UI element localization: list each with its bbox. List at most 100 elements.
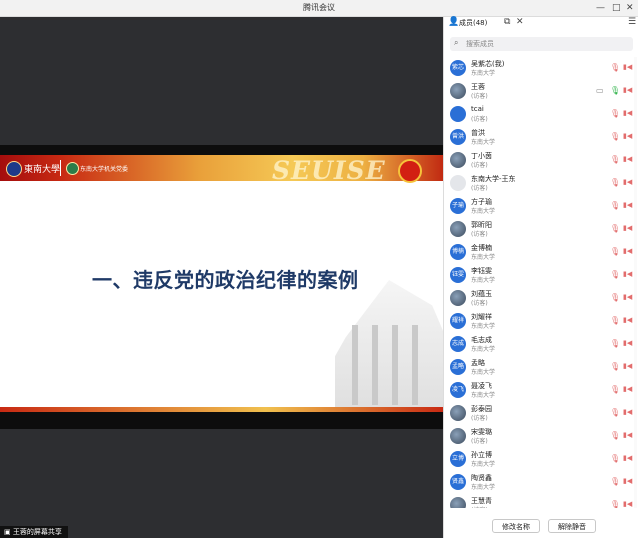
avatar: 立博 xyxy=(450,451,466,467)
mic-muted-icon[interactable]: 🎙 xyxy=(610,201,620,210)
mic-muted-icon[interactable]: 🎙 xyxy=(610,293,620,302)
mic-muted-icon[interactable]: 🎙 xyxy=(610,109,620,118)
menu-icon[interactable]: ☰ xyxy=(628,17,636,27)
camera-off-icon[interactable]: ▮◀ xyxy=(623,385,632,394)
member-row[interactable]: 曾洪 曾洪 东南大学 🎙 ▮◀ xyxy=(444,126,638,149)
mic-muted-icon[interactable]: 🎙 xyxy=(610,247,620,256)
mic-muted-icon[interactable]: 🎙 xyxy=(610,454,620,463)
mic-muted-icon[interactable]: 🎙 xyxy=(610,385,620,394)
member-row[interactable]: 志成 毛志成 东南大学 🎙 ▮◀ xyxy=(444,333,638,356)
camera-off-icon[interactable]: ▮◀ xyxy=(623,178,632,187)
unmute-button[interactable]: 解除静音 xyxy=(548,519,596,533)
member-affiliation: (访客) xyxy=(471,185,488,192)
avatar: 贤鑫 xyxy=(450,474,466,490)
party-emblem-icon xyxy=(398,159,422,183)
maximize-button[interactable]: □ xyxy=(612,1,621,15)
member-row[interactable]: 刘蕴玉 (访客) 🎙 ▮◀ xyxy=(444,287,638,310)
member-row[interactable]: 凌飞 聂凌飞 东南大学 🎙 ▮◀ xyxy=(444,379,638,402)
rename-button[interactable]: 修改名称 xyxy=(492,519,540,533)
member-row[interactable]: tcai (访客) 🎙 ▮◀ xyxy=(444,103,638,126)
avatar: 钰雯 xyxy=(450,267,466,283)
minimize-button[interactable]: — xyxy=(596,1,605,15)
building-column xyxy=(352,325,358,405)
member-affiliation: 东南大学 xyxy=(471,208,496,215)
camera-off-icon[interactable]: ▮◀ xyxy=(623,270,632,279)
camera-off-icon[interactable]: ▮◀ xyxy=(623,247,632,256)
avatar xyxy=(450,152,466,168)
camera-off-icon[interactable]: ▮◀ xyxy=(623,408,632,417)
camera-off-icon[interactable]: ▮◀ xyxy=(623,224,632,233)
member-affiliation: 东南大学 xyxy=(471,254,496,261)
camera-off-icon[interactable]: ▮◀ xyxy=(623,431,632,440)
camera-off-icon[interactable]: ▮◀ xyxy=(623,201,632,210)
mic-muted-icon[interactable]: 🎙 xyxy=(610,132,620,141)
camera-off-icon[interactable]: ▮◀ xyxy=(623,109,632,118)
slide-bottom-bar xyxy=(0,412,443,429)
member-affiliation: (访客) xyxy=(471,415,488,422)
member-row[interactable]: 贤鑫 陶贤鑫 东南大学 🎙 ▮◀ xyxy=(444,471,638,494)
member-row[interactable]: 博楠 金博楠 东南大学 🎙 ▮◀ xyxy=(444,241,638,264)
mic-muted-icon[interactable]: 🎙 xyxy=(610,178,620,187)
mic-muted-icon[interactable]: 🎙 xyxy=(610,477,620,486)
camera-off-icon[interactable]: ▮◀ xyxy=(623,316,632,325)
member-list[interactable]: 紫芯 吴紫芯(我) 东南大学 🎙 ▮◀ 王蓉 (访客) ▭ 🎙 ▮◀ tcai (访客) 🎙 ▮◀ 曾洪 曾洪… xyxy=(444,57,638,508)
camera-off-icon[interactable]: ▮◀ xyxy=(623,63,632,72)
camera-off-icon[interactable]: ▮◀ xyxy=(623,500,632,508)
member-row[interactable]: 丁小茵 (访客) 🎙 ▮◀ xyxy=(444,149,638,172)
mic-muted-icon[interactable]: 🎙 xyxy=(610,339,620,348)
avatar: 紫芯 xyxy=(450,60,466,76)
avatar: 孟略 xyxy=(450,359,466,375)
member-affiliation: 东南大学 xyxy=(471,277,496,284)
mic-muted-icon[interactable]: 🎙 xyxy=(610,224,620,233)
member-affiliation: 东南大学 xyxy=(471,346,496,353)
member-affiliation: 东南大学 xyxy=(471,484,496,491)
mic-muted-icon[interactable]: 🎙 xyxy=(610,362,620,371)
member-affiliation: (访客) xyxy=(471,438,488,445)
member-row[interactable]: 子瑜 方子瑜 东南大学 🎙 ▮◀ xyxy=(444,195,638,218)
member-list-scrollbar[interactable] xyxy=(634,57,637,508)
camera-off-icon[interactable]: ▮◀ xyxy=(623,132,632,141)
camera-off-icon[interactable]: ▮◀ xyxy=(623,86,632,95)
member-row[interactable]: 立博 孙立博 东南大学 🎙 ▮◀ xyxy=(444,448,638,471)
member-row[interactable]: 孟略 孟略 东南大学 🎙 ▮◀ xyxy=(444,356,638,379)
screen-share-icon: ▭ xyxy=(596,86,604,95)
member-affiliation: (访客) xyxy=(471,505,488,508)
mic-muted-icon[interactable]: 🎙 xyxy=(610,63,620,72)
close-panel-icon[interactable]: ✕ xyxy=(516,17,524,27)
member-row[interactable]: 宋雯璐 (访客) 🎙 ▮◀ xyxy=(444,425,638,448)
avatar xyxy=(450,83,466,99)
mic-muted-icon[interactable]: 🎙 xyxy=(610,316,620,325)
member-affiliation: 东南大学 xyxy=(471,323,496,330)
member-row[interactable]: 东南大学-王东 (访客) 🎙 ▮◀ xyxy=(444,172,638,195)
camera-off-icon[interactable]: ▮◀ xyxy=(623,155,632,164)
member-row[interactable]: 紫芯 吴紫芯(我) 东南大学 🎙 ▮◀ xyxy=(444,57,638,80)
camera-off-icon[interactable]: ▮◀ xyxy=(623,339,632,348)
close-button[interactable]: ✕ xyxy=(626,1,634,15)
screen-share-area[interactable]: 東南大學 东南大学机关党委 SEUISE 一、违反党的政治纪律的案例 ▣ 王蓉的… xyxy=(0,17,443,538)
camera-off-icon[interactable]: ▮◀ xyxy=(623,477,632,486)
member-row[interactable]: 钰雯 李钰雯 东南大学 🎙 ▮◀ xyxy=(444,264,638,287)
member-row[interactable]: 王蓉 (访客) ▭ 🎙 ▮◀ xyxy=(444,80,638,103)
screen-share-icon: ▣ xyxy=(4,528,13,536)
search-input[interactable]: ⌕ 搜索成员 xyxy=(450,37,633,51)
camera-off-icon[interactable]: ▮◀ xyxy=(623,454,632,463)
member-row[interactable]: 彭泰园 (访客) 🎙 ▮◀ xyxy=(444,402,638,425)
mic-muted-icon[interactable]: 🎙 xyxy=(610,408,620,417)
avatar: 曾洪 xyxy=(450,129,466,145)
mic-muted-icon[interactable]: 🎙 xyxy=(610,431,620,440)
camera-off-icon[interactable]: ▮◀ xyxy=(623,362,632,371)
mic-muted-icon[interactable]: 🎙 xyxy=(610,270,620,279)
member-row[interactable]: 王慧青(访客)🎙▮◀ xyxy=(444,494,638,508)
mic-muted-icon[interactable]: 🎙 xyxy=(610,500,620,508)
members-icon: 👤 xyxy=(448,17,460,27)
mic-on-icon[interactable]: 🎙 xyxy=(610,86,620,95)
member-name: tcai xyxy=(471,105,484,113)
member-row[interactable]: 耀祥 刘耀祥 东南大学 🎙 ▮◀ xyxy=(444,310,638,333)
member-affiliation: (访客) xyxy=(471,116,488,123)
popout-icon[interactable]: ⧉ xyxy=(504,17,510,27)
screen-share-badge[interactable]: ▣ 王蓉的屏幕共享 xyxy=(0,526,68,538)
mic-muted-icon[interactable]: 🎙 xyxy=(610,155,620,164)
member-row[interactable]: 郭昕阳 (访客) 🎙 ▮◀ xyxy=(444,218,638,241)
camera-off-icon[interactable]: ▮◀ xyxy=(623,293,632,302)
building-column xyxy=(412,325,418,405)
